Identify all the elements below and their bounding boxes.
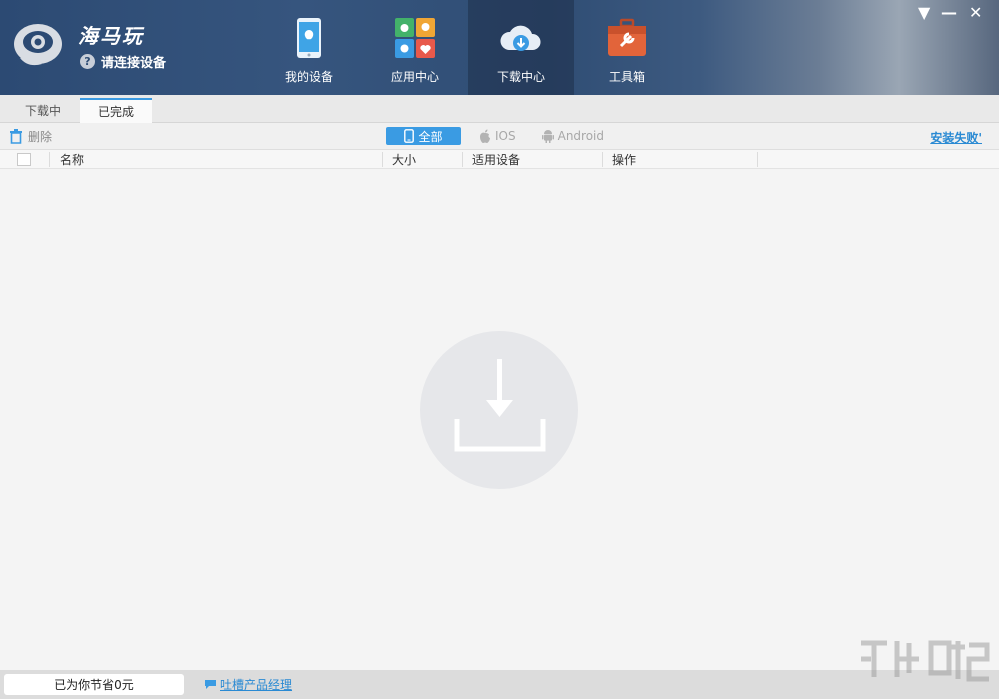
main-nav: 我的设备 应用中心 下载中心 工具箱: [256, 0, 680, 95]
watermark-logo: [861, 640, 990, 682]
android-icon: [541, 130, 554, 143]
nav-label: 应用中心: [390, 70, 439, 84]
filter-android-label: Android: [557, 129, 605, 143]
delete-button[interactable]: 删除: [10, 128, 52, 145]
table-header: 名称 大小 适用设备 操作: [0, 150, 999, 169]
nav-toolbox[interactable]: 工具箱: [574, 0, 680, 95]
chat-bubble-icon: [205, 680, 216, 689]
phone-icon: [297, 18, 321, 58]
savings-counter: 已为你节省0元: [4, 674, 184, 695]
nav-download-center[interactable]: 下载中心: [468, 0, 574, 95]
empty-state-badge: [420, 331, 578, 489]
filter-all-label: 全部: [418, 129, 443, 144]
column-divider: [757, 152, 758, 167]
column-divider: [462, 152, 463, 167]
toolbar: 删除 全部 IOS Android 安装失败': [0, 123, 999, 150]
filter-android[interactable]: Android: [534, 127, 612, 145]
minimize-button[interactable]: —: [941, 3, 957, 22]
connect-device-status[interactable]: ? 请连接设备: [80, 52, 166, 71]
connect-device-label: 请连接设备: [101, 56, 167, 71]
status-bar: 已为你节省0元 吐槽产品经理: [0, 640, 999, 699]
haima-logo-icon: [14, 24, 62, 66]
menu-dropdown-icon[interactable]: ▼: [918, 3, 930, 22]
column-divider: [49, 152, 50, 167]
nav-label: 我的设备: [284, 70, 333, 84]
delete-label: 删除: [28, 130, 53, 144]
filter-ios-label: IOS: [495, 129, 516, 143]
app-brand: 海马玩: [78, 24, 144, 48]
apps-grid-icon: [395, 18, 435, 58]
device-filter: 全部 IOS Android: [386, 127, 622, 145]
trash-icon: [10, 129, 22, 144]
column-divider: [382, 152, 383, 167]
tab-completed[interactable]: 已完成: [80, 98, 152, 123]
nav-app-center[interactable]: 应用中心: [362, 0, 468, 95]
download-arrow-icon: [454, 359, 546, 452]
title-bar: 海马玩 ? 请连接设备 我的设备 应用中心 下载中心 工具箱 ▼ — ✕: [0, 0, 999, 95]
toolbox-icon: [608, 18, 646, 56]
column-name[interactable]: 名称: [60, 150, 84, 169]
column-device[interactable]: 适用设备: [472, 150, 520, 169]
filter-all[interactable]: 全部: [386, 127, 461, 145]
help-icon: ?: [80, 54, 95, 69]
column-actions[interactable]: 操作: [612, 150, 636, 169]
download-tabs: 下载中 已完成: [0, 95, 999, 123]
feedback-link[interactable]: 吐槽产品经理: [204, 676, 292, 693]
download-list-empty: [0, 170, 999, 670]
column-size[interactable]: 大小: [392, 150, 416, 169]
feedback-label: 吐槽产品经理: [220, 678, 293, 692]
nav-my-device[interactable]: 我的设备: [256, 0, 362, 95]
phone-icon: [404, 129, 415, 143]
nav-label: 工具箱: [608, 70, 645, 84]
tab-downloading[interactable]: 下载中: [8, 98, 78, 123]
close-button[interactable]: ✕: [969, 3, 982, 22]
filter-ios[interactable]: IOS: [471, 127, 524, 145]
select-all-checkbox[interactable]: [17, 153, 31, 166]
apple-icon: [480, 129, 490, 143]
install-failed-link[interactable]: 安装失败': [930, 129, 982, 146]
cloud-download-icon: [500, 25, 541, 51]
nav-label: 下载中心: [496, 70, 545, 84]
column-divider: [602, 152, 603, 167]
